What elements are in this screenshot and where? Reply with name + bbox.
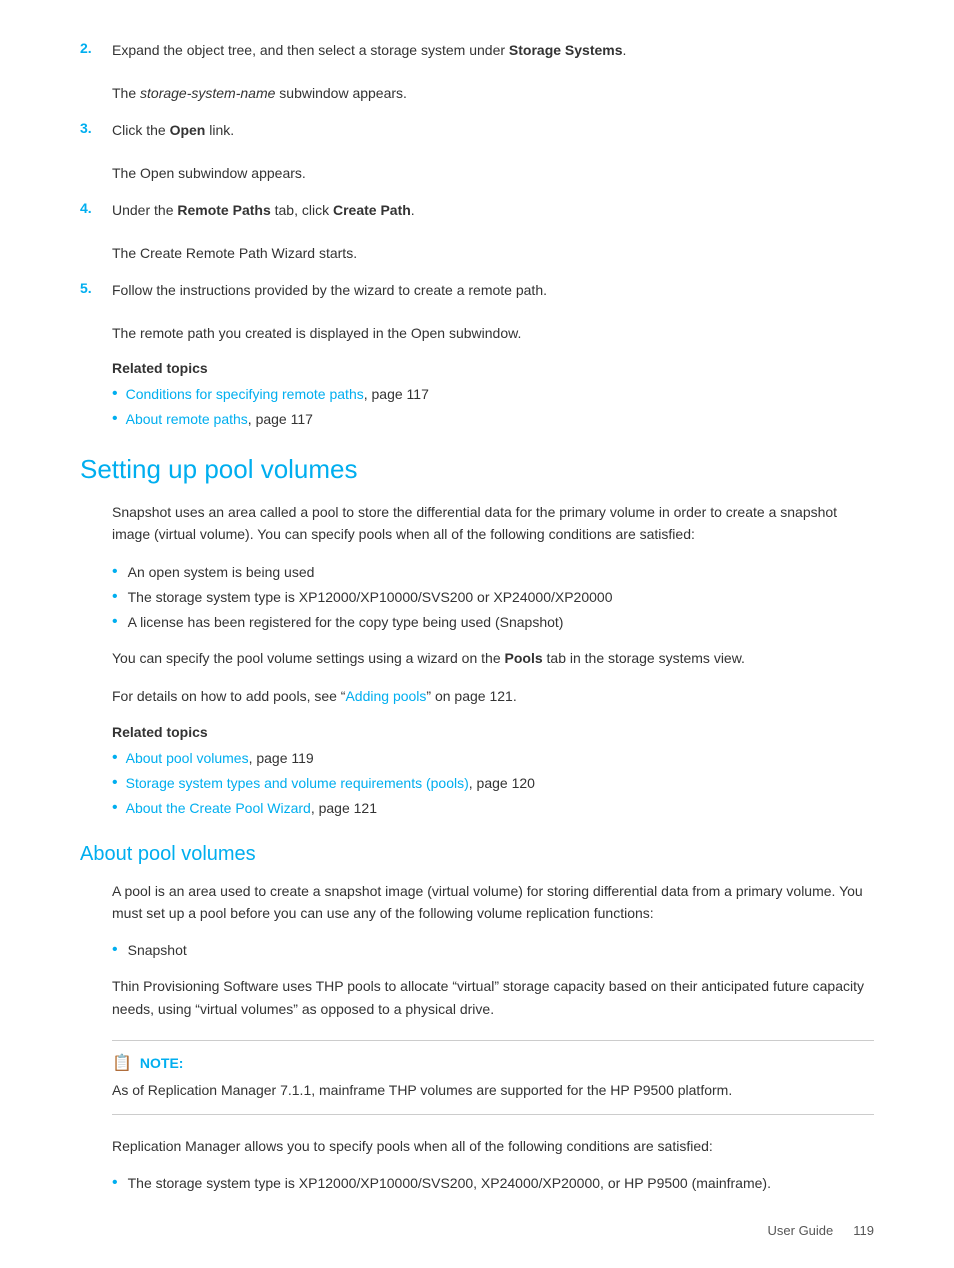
step-number-5: 5. [80,280,112,296]
step-3-text: Click the Open link. [112,120,874,141]
section-pool-volumes-heading: Setting up pool volumes [80,454,874,485]
conditions-intro: Replication Manager allows you to specif… [112,1135,874,1157]
related-topics-2-list: About pool volumes, page 119 Storage sys… [112,748,874,819]
storage-system-types-link[interactable]: Storage system types and volume requirem… [126,773,469,794]
related-topic-1-item-1: Conditions for specifying remote paths, … [112,384,874,405]
footer-page-number: 119 [853,1223,874,1238]
about-pool-intro: A pool is an area used to create a snaps… [112,880,874,925]
step-2: 2. Expand the object tree, and then sele… [80,40,874,67]
step-number-2: 2. [80,40,112,56]
about-pool-volumes-link[interactable]: About pool volumes [126,748,249,769]
pool-bullet-3: A license has been registered for the co… [112,612,874,633]
pool-volumes-intro: Snapshot uses an area called a pool to s… [112,501,874,546]
conditions-bullet-1: The storage system type is XP12000/XP100… [112,1173,874,1194]
note-label: NOTE: [140,1055,184,1071]
step-3-content: Click the Open link. [112,120,874,147]
about-pool-heading: About pool volumes [80,843,874,866]
pool-bullet-2: The storage system type is XP12000/XP100… [112,587,874,608]
step-4: 4. Under the Remote Paths tab, click Cre… [80,200,874,227]
related-topic-2-item-2: Storage system types and volume requirem… [112,773,874,794]
step-2-sub: The storage-system-name subwindow appear… [112,83,874,104]
related-topics-1: Related topics Conditions for specifying… [112,360,874,430]
about-pool-bullet-1: Snapshot [112,940,874,961]
related-topic-2-item-1: About pool volumes, page 119 [112,748,874,769]
about-pool-content: A pool is an area used to create a snaps… [112,880,874,1194]
note-text: As of Replication Manager 7.1.1, mainfra… [112,1079,874,1101]
about-pool-bullets: Snapshot [112,940,874,961]
note-icon: 📋 [112,1053,132,1073]
pool-volumes-content: Snapshot uses an area called a pool to s… [112,501,874,819]
adding-pools-link[interactable]: Adding pools [345,688,426,704]
pool-bullet-1: An open system is being used [112,562,874,583]
step-3: 3. Click the Open link. [80,120,874,147]
step-5-content: Follow the instructions provided by the … [112,280,874,307]
step-2-content: Expand the object tree, and then select … [112,40,874,67]
pool-volumes-bullets: An open system is being used The storage… [112,562,874,633]
step-2-text: Expand the object tree, and then select … [112,40,874,61]
step-4-text: Under the Remote Paths tab, click Create… [112,200,874,221]
related-topics-2-header: Related topics [112,724,874,740]
create-pool-wizard-link[interactable]: About the Create Pool Wizard [126,798,311,819]
note-box: 📋 NOTE: As of Replication Manager 7.1.1,… [112,1040,874,1114]
note-header: 📋 NOTE: [112,1053,874,1073]
related-topics-1-header: Related topics [112,360,874,376]
step-5: 5. Follow the instructions provided by t… [80,280,874,307]
footer-label: User Guide [768,1223,834,1238]
step-5-sub: The remote path you created is displayed… [112,323,874,344]
thin-provisioning-text: Thin Provisioning Software uses THP pool… [112,975,874,1020]
step-number-4: 4. [80,200,112,216]
adding-pools-text: For details on how to add pools, see “Ad… [112,685,874,707]
related-topic-2-item-3: About the Create Pool Wizard, page 121 [112,798,874,819]
conditions-bullets: The storage system type is XP12000/XP100… [112,1173,874,1194]
about-remote-paths-link[interactable]: About remote paths [126,409,248,430]
pools-tab-text: You can specify the pool volume settings… [112,647,874,669]
related-topics-1-list: Conditions for specifying remote paths, … [112,384,874,430]
page-footer: User Guide 119 [768,1223,874,1238]
step-5-text: Follow the instructions provided by the … [112,280,874,301]
step-4-content: Under the Remote Paths tab, click Create… [112,200,874,227]
step-number-3: 3. [80,120,112,136]
page-container: 2. Expand the object tree, and then sele… [0,0,954,1268]
related-topic-1-item-2: About remote paths, page 117 [112,409,874,430]
step-4-sub: The Create Remote Path Wizard starts. [112,243,874,264]
conditions-link[interactable]: Conditions for specifying remote paths [126,384,364,405]
step-3-sub: The Open subwindow appears. [112,163,874,184]
